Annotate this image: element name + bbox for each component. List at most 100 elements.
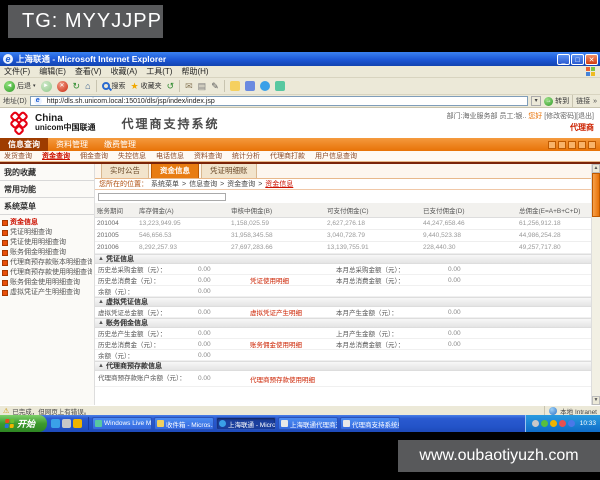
- subnav-item[interactable]: 用户信息查询: [315, 151, 357, 161]
- messenger-icon[interactable]: [244, 81, 255, 91]
- nav-window-icons[interactable]: [548, 138, 600, 151]
- menu-edit[interactable]: 编辑(E): [39, 66, 66, 77]
- nav-tab-info-query[interactable]: 信息查询: [0, 138, 48, 151]
- role-label: 代理商: [570, 123, 594, 133]
- section-header-voucher[interactable]: ▲ 凭证信息: [95, 254, 591, 264]
- menu-bullet-icon: [2, 240, 8, 246]
- antivirus-icon[interactable]: [558, 420, 566, 427]
- breadcrumb-item[interactable]: 系统菜单: [151, 179, 179, 189]
- forward-icon[interactable]: ►: [40, 80, 52, 92]
- links-more-icon[interactable]: »: [593, 98, 597, 105]
- back-icon: ◄: [4, 80, 15, 92]
- breadcrumb-item[interactable]: 资金查询: [227, 179, 255, 189]
- breadcrumb-item[interactable]: 信息查询: [189, 179, 217, 189]
- sidebar-item[interactable]: 虚拟凭证产生明细查询: [2, 288, 92, 298]
- quick-launch-ie-icon[interactable]: [51, 419, 61, 428]
- taskbar-button-inbox[interactable]: 收件箱 - Micros..: [154, 417, 215, 430]
- stop-icon[interactable]: ✕: [56, 80, 68, 92]
- taskbar-button-live-messenger[interactable]: Windows Live Mes: [92, 417, 153, 430]
- scroll-up-icon[interactable]: ▲: [592, 164, 600, 173]
- sidebar-item-funds-info[interactable]: 资金信息: [2, 218, 92, 228]
- favorites-button[interactable]: ★ 收藏夹: [131, 81, 162, 92]
- history-icon[interactable]: ↺: [167, 81, 175, 92]
- sidebar-section-favorites[interactable]: 我的收藏: [0, 164, 94, 181]
- sidebar-item[interactable]: 凭证使用明细查询: [2, 238, 92, 248]
- vertical-scrollbar[interactable]: ▲ ▼: [591, 164, 600, 405]
- filter-input[interactable]: [98, 193, 226, 201]
- search-button[interactable]: 搜索: [101, 81, 126, 91]
- home-icon[interactable]: ⌂: [85, 81, 90, 92]
- menu-view[interactable]: 查看(V): [75, 66, 102, 77]
- commission-usage-detail-link[interactable]: 账务佣金使用明细: [250, 339, 336, 349]
- tab-voucher-ledger[interactable]: 凭证明细账: [201, 164, 257, 178]
- tab-announcements[interactable]: 实时公告: [101, 164, 149, 178]
- close-button[interactable]: ✕: [585, 53, 598, 65]
- quick-launch-app-icon[interactable]: [73, 419, 83, 428]
- subnav-item[interactable]: 佣金查询: [80, 151, 108, 161]
- section-header-prepaid[interactable]: ▲ 代理商预存款信息: [95, 361, 591, 371]
- scroll-down-icon[interactable]: ▼: [592, 396, 600, 405]
- change-password-link[interactable]: [修改密码]: [544, 113, 576, 120]
- system-tray: 10:33: [524, 415, 600, 432]
- section-header-virtual-voucher[interactable]: ▲ 虚拟凭证信息: [95, 297, 591, 307]
- menu-favorites[interactable]: 收藏(A): [111, 66, 138, 77]
- volume-icon[interactable]: [531, 420, 539, 427]
- sidebar-item[interactable]: 代理商预存款账本明细查询: [2, 258, 92, 268]
- scrollbar-track[interactable]: [592, 217, 600, 396]
- links-label[interactable]: 链接: [576, 96, 590, 106]
- show-desktop-icon[interactable]: [62, 419, 72, 428]
- voucher-usage-detail-link[interactable]: 凭证使用明细: [250, 275, 336, 285]
- system-title: 代理商支持系统: [121, 116, 220, 131]
- status-bar: ⚠ 已完成，但网页上有错误。 本地 Intranet: [0, 405, 600, 416]
- toolbar-separator: [95, 80, 97, 92]
- menu-tools[interactable]: 工具(T): [146, 66, 172, 77]
- section-header-commission[interactable]: ▲ 账务佣金信息: [95, 318, 591, 328]
- sidebar-item[interactable]: 账务佣金使用明细查询: [2, 278, 92, 288]
- subnav-item[interactable]: 发货查询: [4, 151, 32, 161]
- start-button[interactable]: 开始: [0, 415, 48, 432]
- edit-icon[interactable]: ✎: [211, 81, 219, 92]
- back-button[interactable]: ◄ 后退 ▾: [4, 80, 36, 92]
- taskbar-button-shanghai-unicom[interactable]: 上海联通 - Micro..: [216, 417, 277, 430]
- folder-icon[interactable]: [229, 81, 240, 91]
- sidebar-section-system-menu[interactable]: 系统菜单: [0, 198, 94, 215]
- minimize-button[interactable]: _: [557, 53, 570, 65]
- scrollbar-thumb[interactable]: [592, 173, 600, 217]
- maximize-button[interactable]: □: [571, 53, 584, 65]
- subnav-item[interactable]: 失控信息: [118, 151, 146, 161]
- subnav-item[interactable]: 电话信息: [156, 151, 184, 161]
- msn-icon[interactable]: [259, 81, 270, 91]
- taskbar-button-agent-system[interactable]: 代理商支持系统维护: [340, 417, 401, 430]
- refresh-icon[interactable]: ↻: [73, 81, 81, 92]
- subnav-item-funds-query[interactable]: 资金查询: [42, 151, 70, 161]
- menu-file[interactable]: 文件(F): [4, 66, 30, 77]
- sidebar-item[interactable]: 凭证明细查询: [2, 228, 92, 238]
- virtual-voucher-detail-link[interactable]: 虚拟凭证产生明细: [250, 307, 336, 317]
- media-icon[interactable]: [274, 81, 285, 91]
- prepaid-usage-detail-link[interactable]: 代理商预存款使用明细: [250, 374, 336, 384]
- nav-tab-payment-mgmt[interactable]: 缴费管理: [96, 138, 144, 151]
- tab-funds-info[interactable]: 资金信息: [151, 164, 199, 178]
- sidebar-item[interactable]: 代理商预存款使用明细查询: [2, 268, 92, 278]
- collapse-icon: ▲: [98, 320, 104, 326]
- print-icon[interactable]: ▤: [198, 81, 207, 92]
- address-dropdown-icon[interactable]: ▾: [531, 96, 542, 106]
- nav-tab-data-mgmt[interactable]: 资料管理: [48, 138, 96, 151]
- mail-icon[interactable]: ✉: [185, 81, 193, 92]
- go-button[interactable]: → 转到: [544, 96, 569, 106]
- address-input[interactable]: e http://dls.sh.unicom.local:15010/dls/j…: [29, 96, 529, 106]
- subnav-item[interactable]: 资料查询: [194, 151, 222, 161]
- logout-link[interactable]: [退出]: [576, 113, 594, 120]
- sidebar-section-common[interactable]: 常用功能: [0, 181, 94, 198]
- menu-help[interactable]: 帮助(H): [181, 66, 208, 77]
- taskbar-button-agent-portal[interactable]: 上海联通代理商支..: [278, 417, 339, 430]
- subnav-item[interactable]: 统计分析: [232, 151, 260, 161]
- subnav-item[interactable]: 代理商打款: [270, 151, 305, 161]
- back-dropdown-icon[interactable]: ▾: [33, 83, 36, 89]
- collapse-icon: ▲: [98, 256, 104, 262]
- network-icon[interactable]: [567, 420, 575, 427]
- security-icon[interactable]: [540, 420, 548, 427]
- update-icon[interactable]: [549, 420, 557, 427]
- sidebar-item[interactable]: 账务佣金明细查询: [2, 248, 92, 258]
- address-bar: 地址(D) e http://dls.sh.unicom.local:15010…: [0, 95, 600, 108]
